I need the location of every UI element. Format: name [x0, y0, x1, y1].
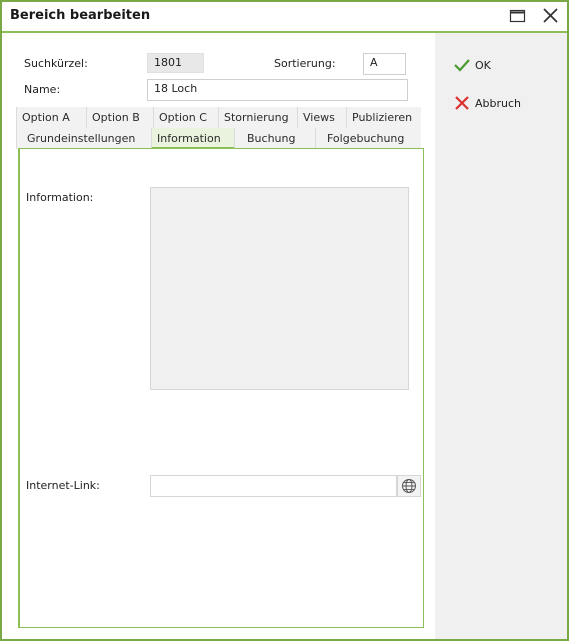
cancel-button[interactable]: Abbruch — [453, 93, 521, 113]
internet-link-field[interactable] — [150, 475, 397, 497]
information-label: Information: — [26, 191, 94, 204]
tab-grundeinstellungen[interactable]: Grundeinstellungen — [16, 128, 151, 149]
window-title: Bereich bearbeiten — [10, 8, 151, 23]
ok-button[interactable]: OK — [453, 55, 491, 75]
action-panel: OK Abbruch — [435, 33, 567, 639]
tab-option-c[interactable]: Option C — [153, 107, 218, 128]
close-icon — [543, 8, 558, 23]
cross-icon — [455, 96, 469, 110]
tab-buchung[interactable]: Buchung — [234, 128, 315, 149]
sortierung-label: Sortierung: — [274, 57, 336, 70]
tab-views[interactable]: Views — [297, 107, 346, 128]
cancel-label: Abbruch — [475, 96, 522, 110]
name-field[interactable]: 18 Loch — [147, 79, 408, 101]
suchkuerzel-field[interactable]: 1801 — [147, 53, 204, 73]
sortierung-field[interactable]: A — [363, 53, 406, 75]
title-bar[interactable]: Bereich bearbeiten — [2, 2, 567, 33]
open-link-button[interactable] — [397, 475, 421, 497]
maximize-icon — [509, 9, 526, 23]
ok-label: OK — [475, 58, 491, 72]
tab-row-1: Option A Option B Option C Stornierung V… — [16, 107, 421, 128]
tab-information[interactable]: Information — [151, 128, 234, 149]
tab-option-b[interactable]: Option B — [86, 107, 153, 128]
suchkuerzel-label: Suchkürzel: — [24, 57, 88, 70]
tab-folgebuchung[interactable]: Folgebuchung — [315, 128, 421, 149]
checkmark-icon — [454, 59, 470, 72]
globe-icon — [402, 479, 416, 493]
tab-publizieren[interactable]: Publizieren — [346, 107, 421, 128]
tab-option-a[interactable]: Option A — [16, 107, 86, 128]
maximize-button[interactable] — [508, 7, 528, 25]
information-tab-panel: Information: Internet-Link: — [18, 148, 424, 628]
information-textarea[interactable] — [150, 187, 409, 390]
tab-row-2: Grundeinstellungen Information Buchung F… — [16, 128, 421, 149]
dialog-window: Bereich bearbeiten Suchkürzel: 1801 Sort… — [0, 0, 569, 641]
internet-link-label: Internet-Link: — [26, 479, 100, 492]
tab-stornierung[interactable]: Stornierung — [218, 107, 297, 128]
close-button[interactable] — [541, 7, 561, 25]
name-label: Name: — [24, 83, 61, 96]
dialog-body: Suchkürzel: 1801 Sortierung: A Name: 18 … — [2, 33, 567, 639]
